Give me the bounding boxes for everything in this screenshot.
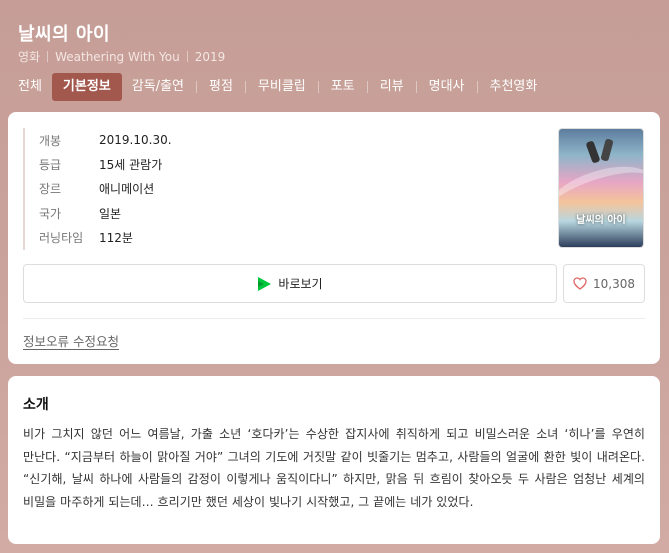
heart-icon bbox=[573, 277, 587, 290]
tab-basic-info[interactable]: 기본정보 bbox=[51, 73, 122, 101]
movie-title: 날씨의 아이 bbox=[18, 24, 111, 45]
info-row-genre: 장르 애니메이션 bbox=[39, 177, 172, 201]
tab-divider bbox=[196, 81, 197, 93]
info-value: 애니메이션 bbox=[99, 182, 155, 197]
tab-divider bbox=[366, 81, 368, 93]
tab-divider bbox=[317, 81, 319, 93]
info-value: 일본 bbox=[99, 206, 122, 221]
meta-divider bbox=[186, 51, 188, 62]
tab-review[interactable]: 리뷰 bbox=[370, 73, 414, 101]
tab-famous-lines[interactable]: 명대사 bbox=[419, 73, 475, 101]
info-row-country: 국가 일본 bbox=[39, 201, 172, 225]
info-key: 러닝타임 bbox=[39, 231, 84, 246]
watch-now-label: 바로보기 bbox=[278, 277, 323, 291]
movie-poster[interactable]: 날씨의 아이 bbox=[558, 128, 644, 248]
info-row-rating: 등급 15세 관람가 bbox=[39, 152, 172, 176]
movie-header: 날씨의 아이 bbox=[18, 20, 110, 46]
basic-info-card: 개봉 2019.10.30. 등급 15세 관람가 장르 애니메이션 국가 일본… bbox=[8, 112, 660, 364]
intro-body: 비가 그치지 않던 어느 여름날, 가출 소년 ‘호다카’는 수상한 잡지사에 … bbox=[23, 427, 645, 509]
intro-card: 소개 비가 그치지 않던 어느 여름날, 가출 소년 ‘호다카’는 수상한 잡지… bbox=[8, 376, 660, 544]
tab-director-cast[interactable]: 감독/출연 bbox=[122, 73, 194, 101]
info-list: 개봉 2019.10.30. 등급 15세 관람가 장르 애니메이션 국가 일본… bbox=[23, 128, 172, 250]
info-value: 2019.10.30. bbox=[99, 133, 172, 148]
original-title: Weathering With You bbox=[55, 50, 180, 64]
info-value: 15세 관람가 bbox=[99, 158, 163, 173]
tab-photo[interactable]: 포토 bbox=[321, 73, 365, 101]
divider bbox=[23, 318, 645, 319]
meta-divider bbox=[47, 51, 49, 62]
tab-divider bbox=[244, 81, 246, 93]
like-button[interactable]: 10,308 bbox=[563, 264, 645, 303]
tab-movie-clip[interactable]: 무비클립 bbox=[248, 73, 316, 101]
report-error-link[interactable]: 정보오류 수정요청 bbox=[23, 331, 119, 350]
info-key: 장르 bbox=[39, 182, 62, 197]
info-value: 112분 bbox=[99, 231, 133, 246]
tab-recommended[interactable]: 추천영화 bbox=[480, 73, 548, 101]
info-key: 국가 bbox=[39, 206, 62, 221]
tab-bar: 전체 기본정보 감독/출연 평점 무비클립 포토 리뷰 명대사 추천영화 bbox=[8, 73, 659, 101]
tab-all[interactable]: 전체 bbox=[8, 73, 52, 101]
intro-heading: 소개 bbox=[23, 397, 49, 413]
release-year: 2019 bbox=[194, 50, 226, 64]
tab-divider bbox=[476, 81, 478, 93]
info-row-release: 개봉 2019.10.30. bbox=[39, 128, 172, 152]
like-count: 10,308 bbox=[593, 276, 635, 291]
watch-now-button[interactable]: 바로보기 bbox=[23, 264, 557, 303]
info-key: 등급 bbox=[39, 158, 62, 173]
tab-divider bbox=[415, 81, 417, 93]
info-key: 개봉 bbox=[39, 133, 62, 148]
tab-rating[interactable]: 평점 bbox=[199, 73, 243, 101]
play-icon bbox=[258, 276, 272, 291]
movie-meta: 영화 Weathering With You 2019 bbox=[18, 48, 225, 65]
info-row-runtime: 러닝타임 112분 bbox=[39, 226, 172, 250]
category-label: 영화 bbox=[18, 50, 41, 64]
poster-title: 날씨의 아이 bbox=[576, 215, 626, 226]
